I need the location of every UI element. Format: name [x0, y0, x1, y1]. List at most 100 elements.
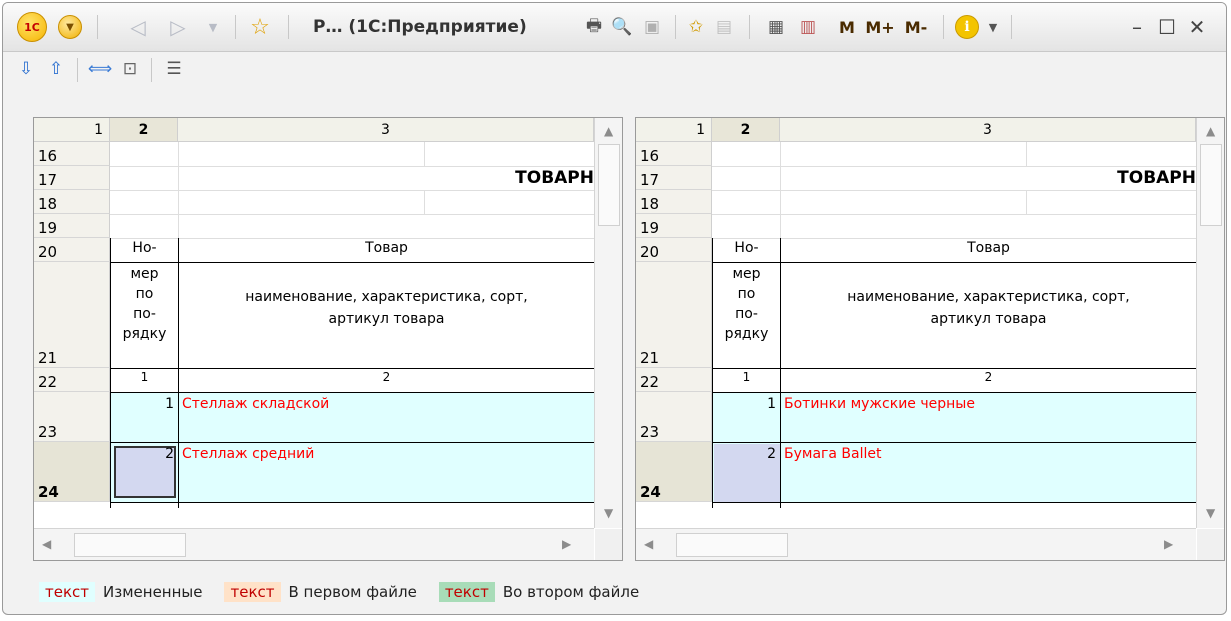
- row-header-22[interactable]: 22: [636, 368, 712, 392]
- row-header-21[interactable]: 21: [34, 262, 110, 368]
- item-number[interactable]: 1: [111, 396, 174, 418]
- scroll-thumb[interactable]: [676, 533, 788, 557]
- horizontal-scrollbar[interactable]: ◀ ▶: [636, 528, 1196, 560]
- table-border: [712, 368, 1196, 369]
- row-header-18[interactable]: 18: [636, 190, 712, 214]
- table-border: [110, 392, 594, 393]
- item-number[interactable]: 1: [713, 396, 776, 418]
- settings-button[interactable]: ☰: [161, 56, 187, 82]
- calendar-button[interactable]: ▥: [795, 3, 821, 51]
- row-header-16[interactable]: 16: [636, 142, 712, 166]
- magnifier-icon: ⊡: [122, 59, 138, 79]
- info-button[interactable]: i: [953, 3, 981, 51]
- app-logo[interactable]: 1C: [15, 3, 49, 51]
- header-product-sub: наименование, характеристика, сорт, арти…: [781, 286, 1196, 346]
- find-button[interactable]: ⊡: [117, 56, 143, 82]
- header-line: наименование, характеристика, сорт,: [245, 289, 528, 305]
- calendar-icon: ▥: [799, 17, 817, 37]
- horizontal-scrollbar[interactable]: ◀ ▶: [34, 528, 594, 560]
- column-header-1[interactable]: 1: [636, 118, 712, 142]
- item-number[interactable]: 2: [713, 446, 776, 468]
- history-dropdown[interactable]: ▼: [201, 3, 225, 51]
- scroll-thumb[interactable]: [598, 144, 620, 226]
- minimize-button[interactable]: –: [1123, 3, 1151, 51]
- column-header-2[interactable]: 2: [110, 118, 178, 142]
- scroll-up-icon[interactable]: ▲: [604, 124, 613, 138]
- memory-minus-button[interactable]: M-: [901, 3, 931, 51]
- item-name[interactable]: Ботинки мужские черные: [784, 396, 1194, 418]
- row-header-17[interactable]: 17: [636, 166, 712, 190]
- next-difference-button[interactable]: ⇩: [13, 56, 39, 82]
- table-border: [110, 368, 594, 369]
- back-button[interactable]: ◁: [123, 3, 153, 51]
- calculator-button[interactable]: ▦: [763, 3, 789, 51]
- main-menu-button[interactable]: ▼: [55, 3, 85, 51]
- separator: [151, 58, 152, 82]
- scroll-up-icon[interactable]: ▲: [1206, 124, 1215, 138]
- previous-difference-button[interactable]: ⇧: [43, 56, 69, 82]
- favorites-icon: ▤: [715, 17, 733, 37]
- forward-button[interactable]: ▷: [163, 3, 193, 51]
- row-header-21[interactable]: 21: [636, 262, 712, 368]
- scroll-right-icon[interactable]: ▶: [1164, 537, 1173, 551]
- vertical-scrollbar[interactable]: ▲ ▼: [594, 118, 622, 528]
- right-spreadsheet-panel[interactable]: 1 2 3 16 17 18 19 20 21 22 23 24 ТОВАРН: [635, 117, 1225, 561]
- row-header-19[interactable]: 19: [636, 214, 712, 238]
- separator: [77, 58, 78, 82]
- column-header-3[interactable]: 3: [178, 118, 594, 142]
- back-arrow-icon: ◁: [130, 15, 146, 39]
- preview-button[interactable]: 🔍: [609, 3, 635, 51]
- save-button[interactable]: ▣: [639, 3, 665, 51]
- scroll-down-icon[interactable]: ▼: [1206, 506, 1215, 520]
- item-name[interactable]: Бумага Ballet: [784, 446, 1194, 468]
- row-header-23[interactable]: 23: [636, 392, 712, 442]
- item-name[interactable]: Стеллаж складской: [182, 396, 592, 418]
- row-header-24[interactable]: 24: [34, 442, 110, 502]
- print-button[interactable]: 🖶: [581, 3, 607, 51]
- item-name[interactable]: Стеллаж средний: [182, 446, 592, 468]
- info-dropdown[interactable]: ▼: [983, 3, 1003, 51]
- header-product-sub: наименование, характеристика, сорт, арти…: [179, 286, 594, 346]
- scroll-down-icon[interactable]: ▼: [604, 506, 613, 520]
- row-header-22[interactable]: 22: [34, 368, 110, 392]
- column-header-2[interactable]: 2: [712, 118, 780, 142]
- row-header-17[interactable]: 17: [34, 166, 110, 190]
- row-header-18[interactable]: 18: [34, 190, 110, 214]
- table-border: [712, 502, 1196, 503]
- spreadsheet-grid[interactable]: 1 2 3 16 17 18 19 20 21 22 23 24 ТОВАРН: [34, 118, 594, 528]
- row-header-16[interactable]: 16: [34, 142, 110, 166]
- header-number: Но-: [132, 240, 157, 256]
- header-line: по: [737, 286, 756, 302]
- row-header-24[interactable]: 24: [636, 442, 712, 502]
- row-header-20[interactable]: 20: [34, 238, 110, 262]
- row-header-20[interactable]: 20: [636, 238, 712, 262]
- sync-scroll-button[interactable]: ⟺: [87, 56, 113, 82]
- column-header-3[interactable]: 3: [780, 118, 1196, 142]
- scroll-left-icon[interactable]: ◀: [42, 537, 51, 551]
- close-button[interactable]: ✕: [1183, 3, 1211, 51]
- item-number[interactable]: 2: [111, 446, 174, 468]
- add-favorite-button[interactable]: ✩: [683, 3, 709, 51]
- column-number-1: 1: [140, 370, 149, 384]
- scroll-right-icon[interactable]: ▶: [562, 537, 571, 551]
- favorites-button[interactable]: ▤: [711, 3, 737, 51]
- vertical-scrollbar[interactable]: ▲ ▼: [1196, 118, 1224, 528]
- memory-plus-button[interactable]: M+: [863, 3, 897, 51]
- table-border: [712, 392, 1196, 393]
- scroll-thumb[interactable]: [1200, 144, 1222, 226]
- table-border: [712, 262, 1196, 263]
- column-header-1[interactable]: 1: [34, 118, 110, 142]
- left-spreadsheet-panel[interactable]: 1 2 3 16 17 18 19 20 21 22 23 24 ТОВАРН: [33, 117, 623, 561]
- header-line: мер: [732, 266, 761, 282]
- scroll-thumb[interactable]: [74, 533, 186, 557]
- row-header-19[interactable]: 19: [34, 214, 110, 238]
- maximize-button[interactable]: ☐: [1153, 3, 1181, 51]
- row-header-label: 16: [640, 147, 660, 165]
- spreadsheet-grid[interactable]: 1 2 3 16 17 18 19 20 21 22 23 24 ТОВАРН: [636, 118, 1196, 528]
- column-header-label: 1: [696, 121, 705, 138]
- row-header-23[interactable]: 23: [34, 392, 110, 442]
- favorite-button[interactable]: ☆: [245, 3, 275, 51]
- scroll-left-icon[interactable]: ◀: [644, 537, 653, 551]
- chevron-down-icon: ▼: [58, 15, 82, 39]
- memory-button[interactable]: M: [835, 3, 859, 51]
